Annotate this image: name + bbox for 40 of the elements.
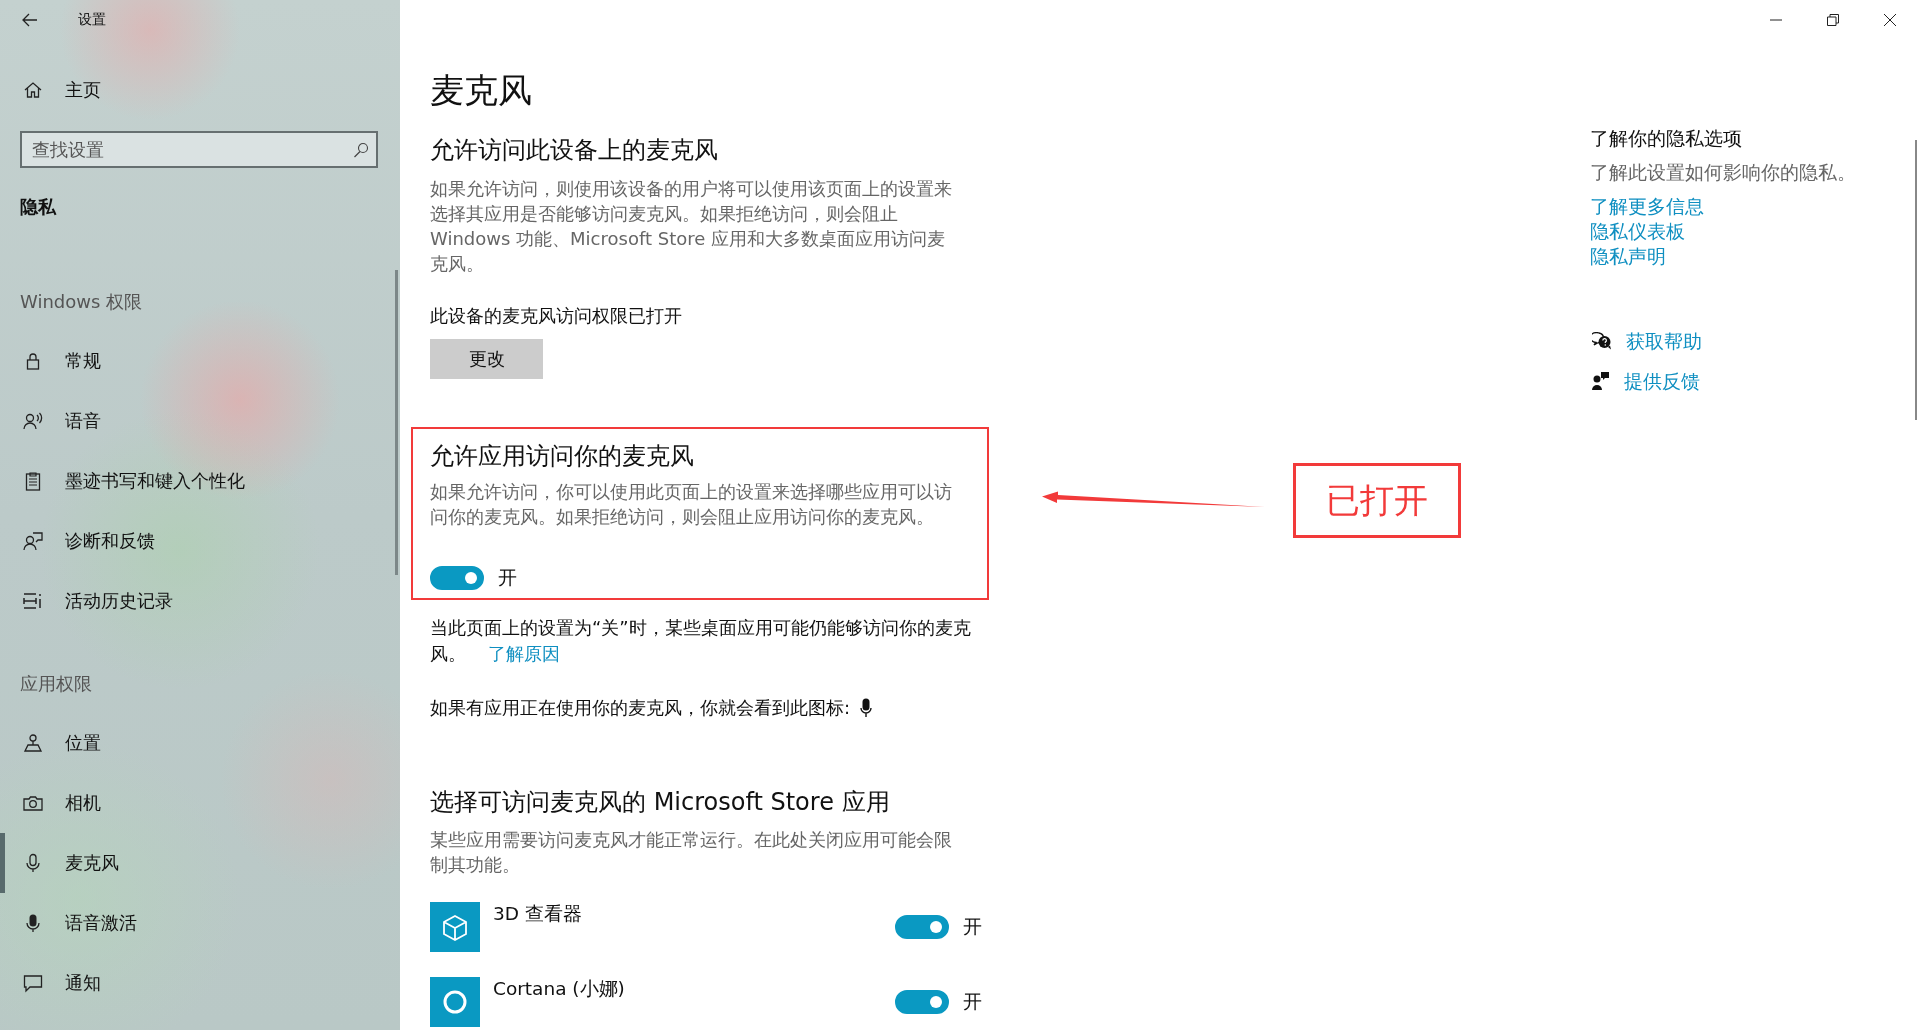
nav-item[interactable]: 诊断和反馈	[0, 511, 400, 571]
toggle-label: 开	[498, 566, 517, 590]
nav-item[interactable]: 位置	[0, 713, 400, 773]
privacy-link[interactable]: 隐私仪表板	[1590, 219, 1685, 244]
section-heading: 选择可访问麦克风的 Microsoft Store 应用	[430, 787, 891, 817]
window-title: 设置	[78, 11, 106, 29]
privacy-link[interactable]: 隐私声明	[1590, 244, 1666, 269]
indicator-note: 如果有应用正在使用你的麦克风，你就会看到此图标:	[430, 696, 851, 720]
nav-item[interactable]: 语音激活	[0, 893, 400, 953]
nav-item[interactable]: 常规	[0, 331, 400, 391]
nav-item[interactable]: 通知	[0, 953, 400, 1013]
aside-heading: 了解你的隐私选项	[1590, 127, 1743, 151]
nav-item[interactable]: 墨迹书写和键入个性化	[0, 451, 400, 511]
section-description: 某些应用需要访问麦克风才能正常运行。在此处关闭应用可能会限制其功能。	[430, 828, 953, 877]
annotation-label: 已打开	[1293, 463, 1461, 538]
search-field[interactable]: 查找设置	[20, 131, 378, 168]
app-name: Cortana (小娜)	[493, 977, 626, 1001]
toggle-label: 开	[963, 915, 982, 939]
section-title: 隐私	[19, 195, 58, 219]
app-name: 3D 查看器	[493, 902, 583, 926]
status-text: 此设备的麦克风访问权限已打开	[430, 304, 683, 328]
note-text: 当此页面上的设置为“关”时，某些桌面应用可能仍能够访问你的麦克风。 了解原因	[430, 616, 972, 666]
change-button[interactable]: 更改	[430, 339, 543, 379]
section-description: 如果允许访问，你可以使用此页面上的设置来选择哪些应用可以访问你的麦克风。如果拒绝访问，则会阻止应用访问你的麦克风。	[430, 480, 953, 529]
section-heading: 允许应用访问你的麦克风	[430, 441, 695, 471]
section-heading: 允许访问此设备上的麦克风	[430, 135, 719, 165]
nav-item[interactable]: 活动历史记录	[0, 571, 400, 631]
toggle-label: 开	[963, 990, 982, 1014]
nav-item[interactable]: 语音	[0, 391, 400, 451]
group-heading: 应用权限	[19, 672, 93, 696]
support-link[interactable]: 获取帮助	[1626, 328, 1702, 354]
privacy-link[interactable]: 了解更多信息	[1590, 194, 1704, 219]
learn-why-link[interactable]: 了解原因	[488, 643, 560, 664]
support-link[interactable]: 提供反馈	[1624, 368, 1700, 394]
nav-item[interactable]: 相机	[0, 773, 400, 833]
aside-description: 了解此设置如何影响你的隐私。	[1590, 161, 1857, 185]
group-heading: Windows 权限	[19, 290, 144, 314]
page-title: 麦克风	[430, 70, 533, 110]
home-nav-item[interactable]: 主页	[0, 60, 400, 120]
section-description: 如果允许访问，则使用该设备的用户将可以使用该页面上的设置来选择其应用是否能够访问麦克风。如果拒绝访问，则会阻止 Windows 功能、Microsoft Store 应用和大多数桌面应用访问麦克风。	[430, 177, 953, 276]
